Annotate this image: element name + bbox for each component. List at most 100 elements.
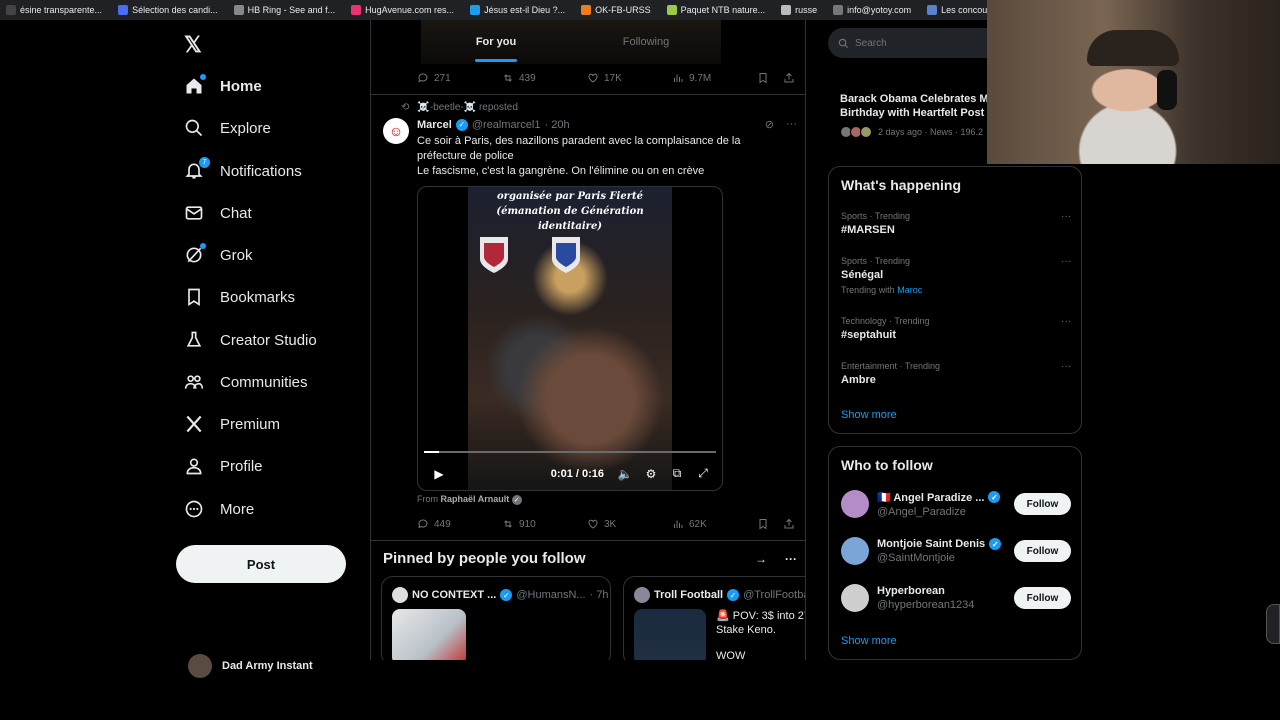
prev-tweet-actions: 271 439 17K 9.7M — [417, 72, 795, 84]
share-icon[interactable] — [783, 72, 795, 84]
sidebar-item-label: Notifications — [220, 162, 302, 180]
sidebar-item-more[interactable]: More — [184, 492, 254, 526]
trend-with-link[interactable]: Maroc — [897, 285, 922, 295]
card-thumbnail — [634, 609, 706, 660]
arrow-right-icon[interactable]: → — [755, 552, 767, 566]
follow-button[interactable]: Follow — [1014, 540, 1071, 562]
sidebar-item-creator-studio[interactable]: Creator Studio — [184, 323, 317, 357]
show-more-link[interactable]: Show more — [841, 635, 897, 647]
settings-icon[interactable]: ⚙ — [638, 467, 664, 481]
more-icon[interactable]: ··· — [785, 552, 797, 566]
show-more-link[interactable]: Show more — [841, 409, 897, 421]
reply-button[interactable]: 449 — [417, 518, 502, 530]
trend-category: Technology · Trending — [841, 316, 930, 326]
timeline: For you Following 271 439 17K 9.7M ⟲ ☠️-… — [370, 20, 806, 660]
follow-button[interactable]: Follow — [1014, 587, 1071, 609]
post-button[interactable]: Post — [176, 545, 346, 583]
sidebar-item-grok[interactable]: Grok — [184, 238, 253, 272]
sidebar-item-communities[interactable]: Communities — [184, 365, 308, 399]
trend-item[interactable]: Technology · Trending #septahuit ··· — [841, 316, 1071, 341]
like-count: 3K — [604, 518, 617, 530]
x-logo-icon[interactable]: 𝕏 — [184, 32, 206, 57]
sidebar-item-premium[interactable]: Premium — [184, 407, 280, 441]
pinned-card[interactable]: Troll Football ✓ @TrollFootba 🚨 POV: 3$ … — [623, 576, 805, 660]
bookmark-item[interactable]: russe — [775, 5, 827, 15]
more-icon[interactable]: ··· — [1061, 256, 1071, 267]
more-icon[interactable]: ··· — [786, 118, 797, 131]
bookmark-item[interactable]: OK-FB-URSS — [575, 5, 661, 15]
views-button[interactable]: 9.7M — [672, 72, 757, 84]
author-handle[interactable]: @realmarcel1 — [472, 119, 541, 131]
from-name[interactable]: Raphaël Arnault — [441, 494, 510, 504]
account-switcher[interactable]: Dad Army Instant — [188, 654, 313, 678]
sidebar-item-chat[interactable]: Chat — [184, 196, 252, 230]
bookmark-item[interactable]: Paquet NTB nature... — [661, 5, 776, 15]
fullscreen-icon[interactable]: ⤢ — [690, 466, 716, 481]
bookmark-item[interactable]: ésine transparente... — [0, 5, 112, 15]
follow-button[interactable]: Follow — [1014, 493, 1071, 515]
trend-with-label: Trending with — [841, 285, 895, 295]
grok-icon — [184, 243, 206, 265]
trend-with: Trending with Maroc — [841, 285, 1071, 295]
tab-following[interactable]: Following — [571, 20, 721, 64]
play-icon[interactable]: ▶ — [426, 467, 452, 481]
reply-button[interactable]: 271 — [417, 72, 502, 84]
video-player[interactable]: organisée par Paris Fierté (émanation de… — [417, 186, 723, 491]
sidebar-item-bookmarks[interactable]: Bookmarks — [184, 280, 295, 314]
trend-item[interactable]: Sports · Trending Sénégal Trending with … — [841, 256, 1071, 295]
video-caption: organisée par Paris Fierté (émanation de… — [496, 191, 644, 232]
like-button[interactable]: 17K — [587, 72, 672, 84]
search-input[interactable]: Search — [828, 28, 1008, 58]
bookmark-item[interactable]: info@yotoy.com — [827, 5, 921, 15]
search-icon — [184, 118, 204, 138]
reposted-by-text[interactable]: ☠️-beetle-☠️ reposted — [417, 102, 518, 113]
trend-item[interactable]: Entertainment · Trending Ambre ··· — [841, 361, 1071, 386]
author-name[interactable]: Marcel — [417, 119, 452, 131]
more-icon[interactable]: ··· — [1061, 211, 1071, 222]
follow-suggestion[interactable]: 🇫🇷 Angel Paradize ... ✓ @Angel_Paradize Fo… — [841, 487, 1071, 521]
sidebar-item-notifications[interactable]: 7 Notifications — [184, 154, 302, 188]
trend-category: Entertainment · Trending — [841, 361, 941, 371]
side-scroll-control[interactable] — [1266, 604, 1280, 644]
views-button[interactable]: 62K — [672, 518, 757, 530]
x-icon — [184, 414, 204, 434]
repost-button[interactable]: 439 — [502, 72, 587, 84]
sidebar-item-profile[interactable]: Profile — [184, 449, 263, 483]
account-name: 🇫🇷 Angel Paradize ... — [877, 491, 985, 504]
pinned-card[interactable]: NO CONTEXT ... ✓ @HumansN... · 7h — [381, 576, 611, 660]
share-icon[interactable] — [783, 518, 795, 530]
tab-for-you[interactable]: For you — [421, 20, 571, 64]
home-icon — [184, 74, 206, 96]
more-icon[interactable]: ··· — [1061, 361, 1071, 372]
bookmark-item[interactable]: Jésus est-il Dieu ?... — [464, 5, 575, 15]
pip-icon[interactable]: ⧉ — [664, 466, 690, 481]
grok-icon[interactable]: ⊘ — [765, 118, 774, 131]
news-item[interactable]: Barack Obama Celebrates M Birthday with … — [840, 92, 1000, 138]
volume-icon[interactable]: 🔈 — [612, 467, 638, 481]
bookmark-favicon-icon — [927, 5, 938, 15]
video-progress-bar[interactable] — [424, 451, 716, 453]
follow-suggestion[interactable]: Hyperborean @hyperborean1234 Follow — [841, 581, 1071, 615]
verified-icon: ✓ — [727, 589, 740, 601]
account-name: Montjoie Saint Denis — [877, 538, 986, 550]
video-time: 0:01 / 0:16 — [550, 467, 604, 480]
repost-button[interactable]: 910 — [502, 518, 587, 530]
trend-name: Sénégal — [841, 269, 884, 281]
follow-suggestion[interactable]: Montjoie Saint Denis ✓ @SaintMontjoie Foll… — [841, 534, 1071, 568]
tweet-time[interactable]: · 20h — [545, 119, 570, 131]
bookmark-item[interactable]: HB Ring - See and f... — [228, 5, 346, 15]
bookmark-item[interactable]: HugAvenue.com res... — [345, 5, 464, 15]
trend-item[interactable]: Sports · Trending #MARSEN ··· — [841, 211, 1071, 236]
account-name: Dad Army Instant — [222, 660, 313, 672]
author-name: NO CONTEXT ... — [412, 589, 497, 601]
bookmark-item[interactable]: Sélection des candi... — [112, 5, 228, 15]
like-button[interactable]: 3K — [587, 518, 672, 530]
bookmark-icon[interactable] — [757, 72, 769, 84]
more-icon[interactable]: ··· — [1061, 316, 1071, 327]
sidebar-item-label: Premium — [220, 415, 281, 433]
like-count: 17K — [604, 72, 622, 84]
avatar[interactable]: ☺ — [383, 118, 409, 144]
bookmark-icon[interactable] — [757, 518, 769, 530]
sidebar-item-home[interactable]: Home — [184, 69, 262, 103]
sidebar-item-explore[interactable]: Explore — [184, 111, 271, 145]
